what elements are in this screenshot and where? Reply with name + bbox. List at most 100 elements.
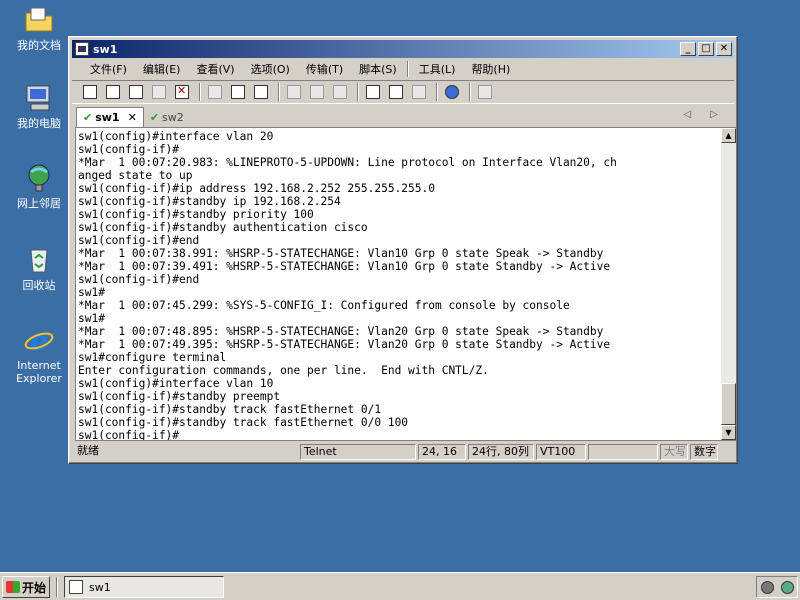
terminal-line: sw1# xyxy=(78,286,105,299)
terminal-scrollbar[interactable]: ▲ ▼ xyxy=(721,127,737,441)
terminal-line: sw1(config-if)#standby track fastEtherne… xyxy=(78,416,409,429)
tab-sw2[interactable]: ✔ sw2 xyxy=(144,107,190,127)
desktop-icon-recycle-bin[interactable]: 回收站 xyxy=(4,244,74,292)
desktop-icon-label: 我的文档 xyxy=(17,39,61,52)
scroll-up-arrow-icon[interactable]: ▲ xyxy=(721,128,736,143)
windows-logo-icon xyxy=(6,581,20,593)
desktop-icon-label: 网上邻居 xyxy=(17,197,61,210)
map-icon xyxy=(478,85,492,99)
connect-button[interactable] xyxy=(80,83,100,101)
menu-help[interactable]: 帮助(H) xyxy=(463,61,518,77)
map-button[interactable] xyxy=(475,83,495,101)
copy-icon xyxy=(208,85,222,99)
minimize-button[interactable]: _ xyxy=(680,42,696,56)
connect-tab-button[interactable] xyxy=(126,83,146,101)
start-button[interactable]: 开始 xyxy=(2,576,50,598)
status-ready: 就绪 xyxy=(77,444,99,457)
paste-button[interactable] xyxy=(228,83,248,101)
menu-separator xyxy=(406,61,409,77)
taskbar-item-label: sw1 xyxy=(89,580,111,594)
terminal-line: *Mar 1 00:07:39.491: %HSRP-5-STATECHANGE… xyxy=(78,260,611,273)
menu-view[interactable]: 查看(V) xyxy=(188,61,242,77)
desktop-icon-my-computer[interactable]: 我的电脑 xyxy=(4,82,74,130)
gear-icon xyxy=(389,85,403,99)
connect-icon xyxy=(83,85,97,99)
tab-sw1[interactable]: ✔ sw1 ✕ xyxy=(76,107,144,127)
terminal-line: *Mar 1 00:07:38.991: %HSRP-5-STATECHANGE… xyxy=(78,247,604,260)
paste-icon xyxy=(231,85,245,99)
toolbar-separator xyxy=(199,83,201,101)
disconnect-button[interactable] xyxy=(172,83,192,101)
network-status-icon[interactable] xyxy=(780,580,794,594)
terminal-line: *Mar 1 00:07:49.395: %HSRP-5-STATECHANGE… xyxy=(78,338,611,351)
menu-edit[interactable]: 编辑(E) xyxy=(135,61,189,77)
printer-icon xyxy=(333,85,347,99)
taskbar-separator xyxy=(56,577,58,597)
toolbar-separator xyxy=(436,83,438,101)
print-button[interactable] xyxy=(284,83,304,101)
connected-check-icon: ✔ xyxy=(149,110,160,124)
scroll-down-arrow-icon[interactable]: ▼ xyxy=(721,425,736,440)
terminal-line: anged state to up xyxy=(78,169,193,182)
taskbar-item-sw1[interactable]: sw1 xyxy=(64,576,224,598)
terminal-output[interactable]: sw1(config)#interface vlan 20 sw1(config-… xyxy=(75,127,721,441)
copy-button[interactable] xyxy=(205,83,225,101)
print-setup-button[interactable] xyxy=(307,83,327,101)
quick-connect-button[interactable] xyxy=(103,83,123,101)
print-icon xyxy=(287,85,301,99)
terminal-line: sw1(config-if)#end xyxy=(78,234,200,247)
volume-icon[interactable] xyxy=(760,580,774,594)
status-size: 24行, 80列 xyxy=(468,444,534,460)
start-label: 开始 xyxy=(22,580,47,595)
help-button[interactable] xyxy=(442,83,462,101)
terminal-line: sw1(config-if)#standby authentication ci… xyxy=(78,221,368,234)
keymap-button[interactable] xyxy=(409,83,429,101)
close-button[interactable]: ✕ xyxy=(716,42,732,56)
menu-transfer[interactable]: 传输(T) xyxy=(298,61,351,77)
binoculars-icon xyxy=(254,85,268,99)
tab-label: sw1 xyxy=(95,111,120,124)
terminal-line: sw1(config)#interface vlan 10 xyxy=(78,377,274,390)
find-button[interactable] xyxy=(251,83,271,101)
folder-icon xyxy=(25,7,53,32)
recycle-bin-icon xyxy=(30,249,48,273)
terminal-line: sw1(config-if)#standby priority 100 xyxy=(78,208,314,221)
menu-options[interactable]: 选项(O) xyxy=(243,61,298,77)
scrollbar-thumb[interactable] xyxy=(721,383,736,425)
terminal-line: *Mar 1 00:07:48.895: %HSRP-5-STATECHANGE… xyxy=(78,325,604,338)
quick-connect-icon xyxy=(106,85,120,99)
toolbar xyxy=(72,80,734,104)
securecrt-window: sw1 _ □ ✕ 文件(F) 编辑(E) 查看(V) 选项(O) 传输(T) … xyxy=(68,36,738,464)
terminal-line: sw1(config)#interface vlan 20 xyxy=(78,130,274,143)
desktop-icon-internet-explorer[interactable]: e Internet Explorer xyxy=(4,324,74,385)
session-options-button[interactable] xyxy=(363,83,383,101)
desktop-icon-label: 回收站 xyxy=(22,279,56,292)
desktop-icon-my-documents[interactable]: 我的文档 xyxy=(4,4,74,52)
terminal-app-icon xyxy=(69,580,83,594)
key-icon xyxy=(412,85,426,99)
session-options-icon xyxy=(366,85,380,99)
desktop-icon-network[interactable]: 网上邻居 xyxy=(4,162,74,210)
printer-button[interactable] xyxy=(330,83,350,101)
menu-tools[interactable]: 工具(L) xyxy=(411,61,464,77)
tab-nav-arrows[interactable]: ◁ ▷ xyxy=(683,109,726,120)
terminal-line: sw1(config-if)#standby preempt xyxy=(78,390,281,403)
disconnect-icon xyxy=(175,84,189,99)
tab-close-icon[interactable]: ✕ xyxy=(128,111,137,124)
system-tray xyxy=(756,576,798,598)
toolbar-separator xyxy=(357,83,359,101)
desktop-icon-label: 我的电脑 xyxy=(17,117,61,130)
reconnect-button[interactable] xyxy=(149,83,169,101)
status-blank xyxy=(588,444,658,460)
tab-label: sw2 xyxy=(162,110,184,124)
window-titlebar[interactable]: sw1 _ □ ✕ xyxy=(72,40,734,58)
maximize-button[interactable]: □ xyxy=(698,42,714,56)
global-options-button[interactable] xyxy=(386,83,406,101)
menu-file[interactable]: 文件(F) xyxy=(82,61,135,77)
status-num: 数字 xyxy=(690,444,718,460)
menu-script[interactable]: 脚本(S) xyxy=(351,61,405,77)
status-bar: 就绪 Telnet 24, 16 24行, 80列 VT100 大写 数字 xyxy=(72,443,734,461)
help-icon xyxy=(445,85,459,99)
taskbar: 开始 sw1 xyxy=(0,572,800,600)
print-setup-icon xyxy=(310,85,324,99)
